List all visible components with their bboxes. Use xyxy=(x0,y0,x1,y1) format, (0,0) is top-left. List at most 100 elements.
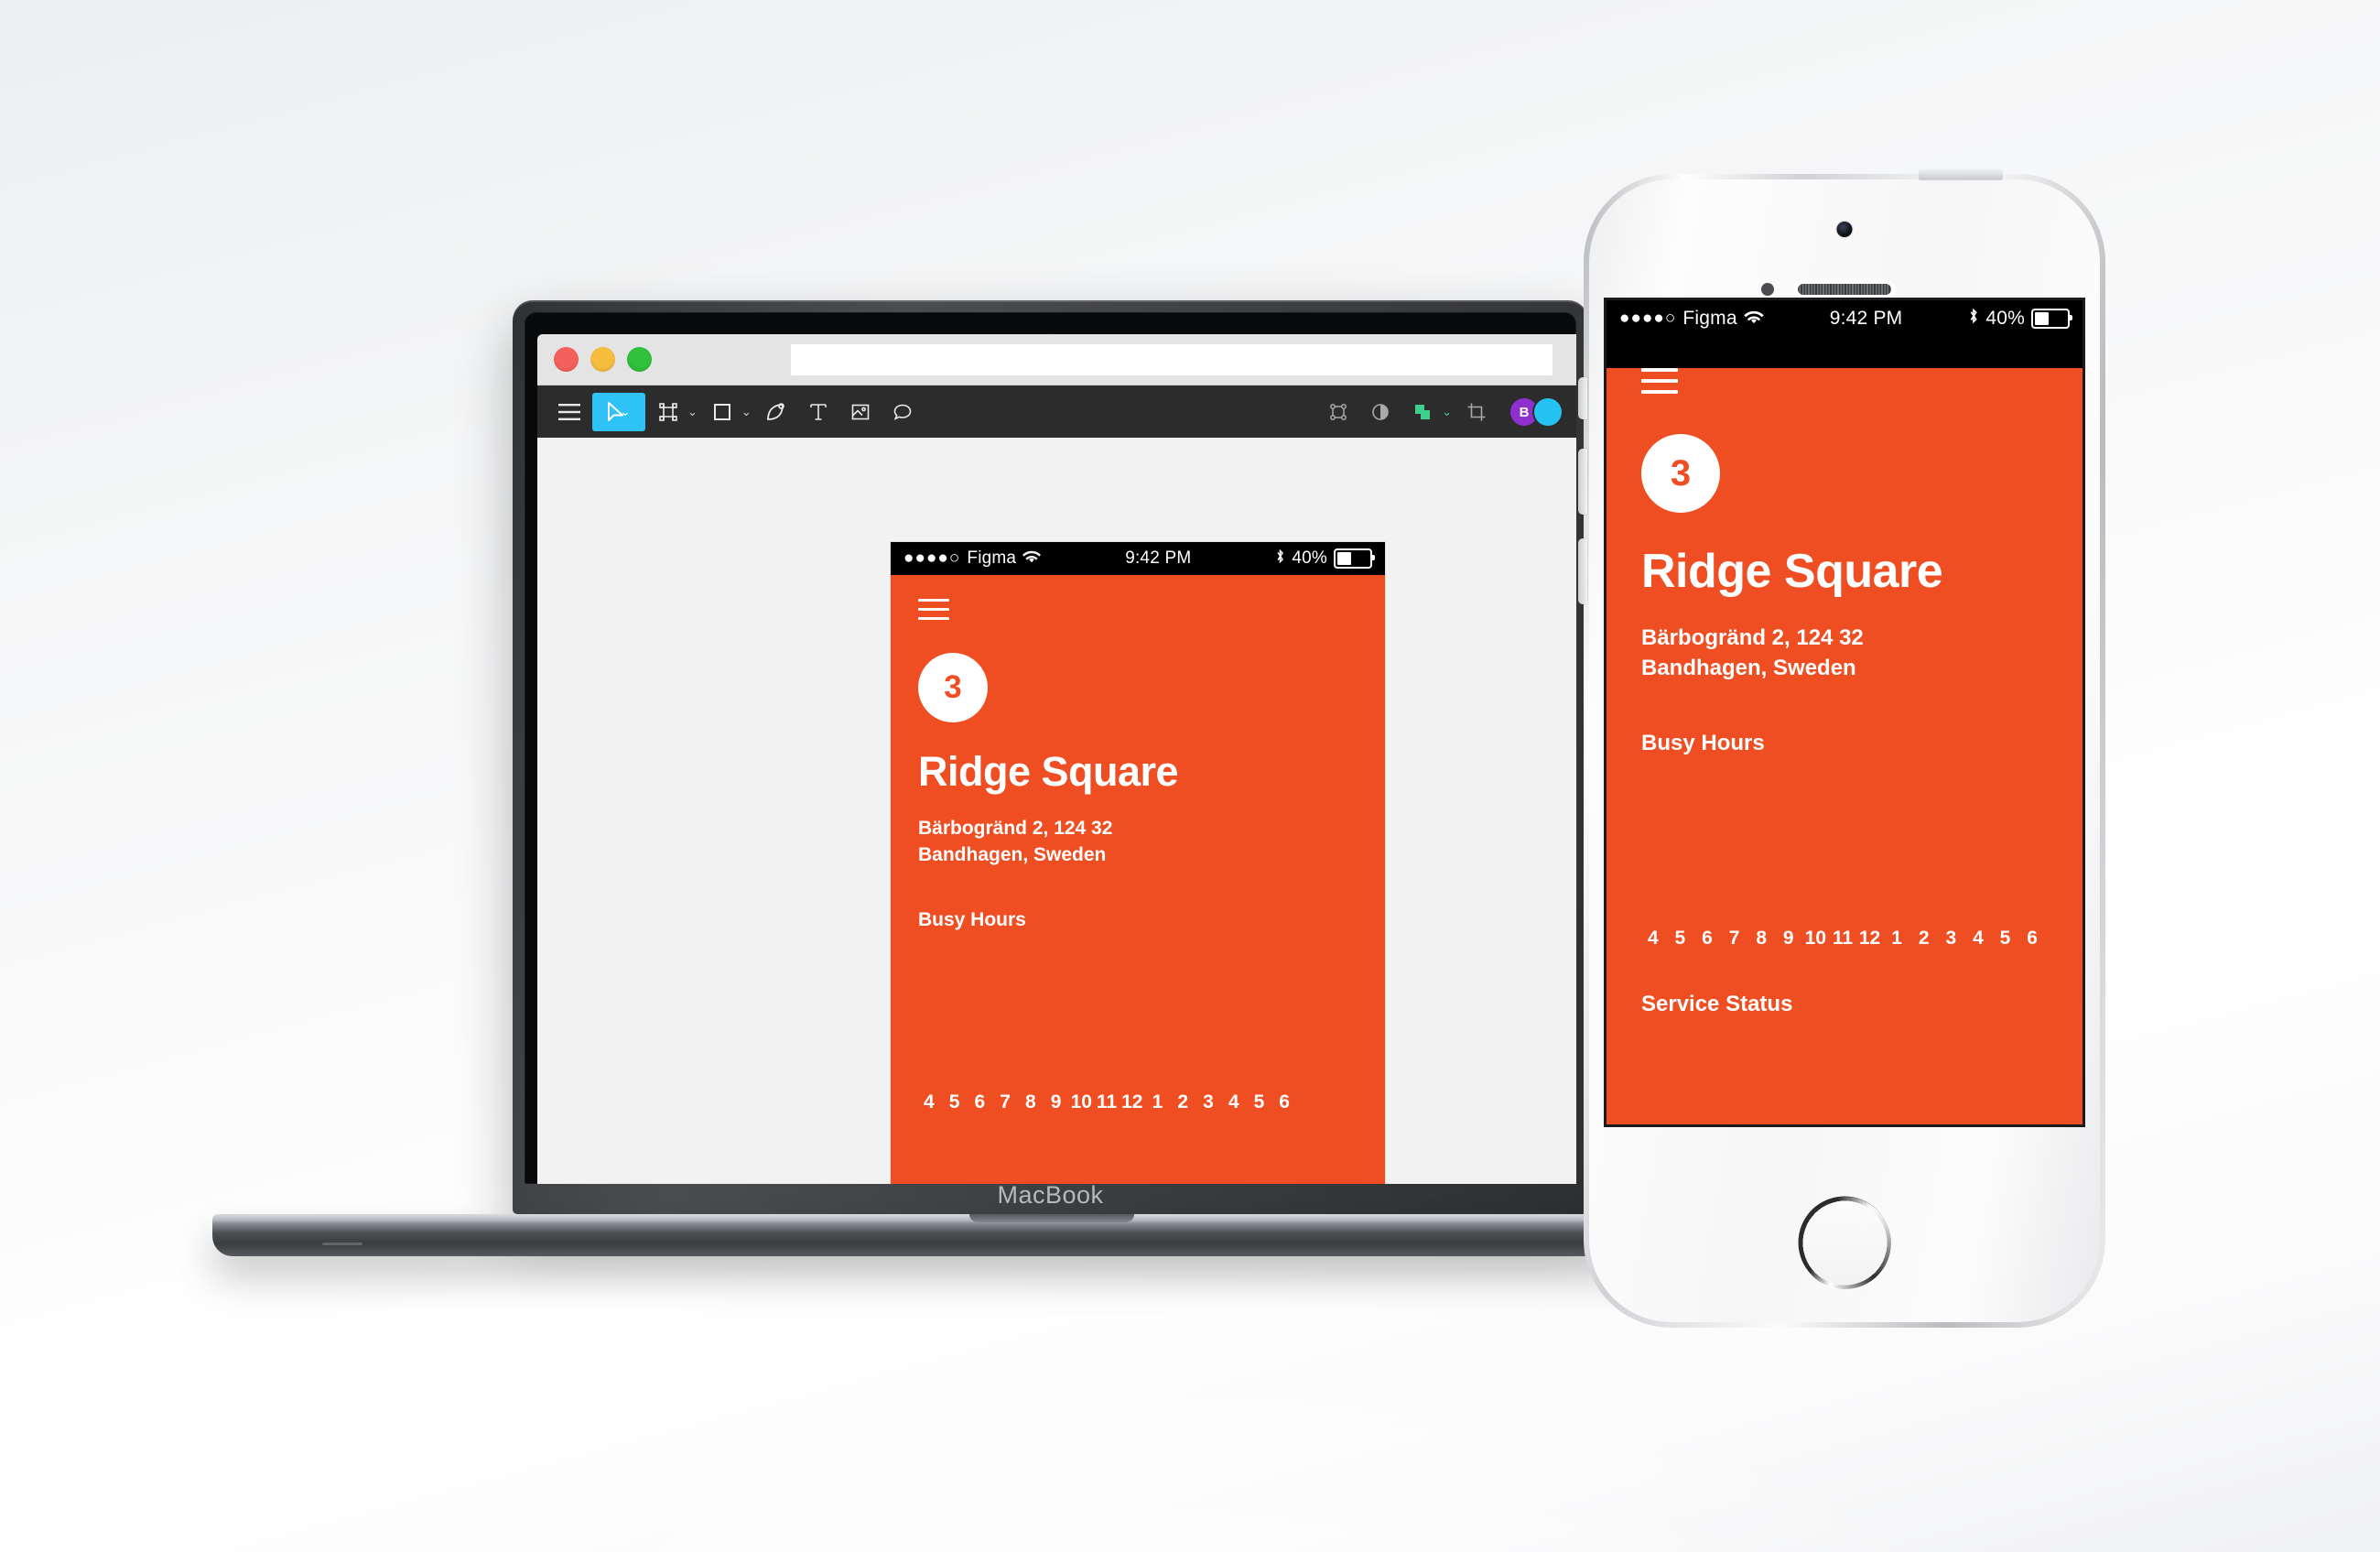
battery-icon xyxy=(1334,548,1375,569)
chart-x-label: 6 xyxy=(974,1091,986,1112)
chevron-down-icon[interactable]: ⌄ xyxy=(621,405,631,419)
menu-icon[interactable] xyxy=(550,393,589,431)
address-block: Bärbogränd 2, 124 32 Bandhagen, Sweden xyxy=(1641,623,2082,683)
zoom-button[interactable] xyxy=(627,347,652,372)
chart-x-label: 5 xyxy=(1674,928,1686,950)
chart-x-label: 11 xyxy=(1832,928,1854,950)
volume-up-button[interactable] xyxy=(1578,449,1587,515)
wifi-icon xyxy=(1744,308,1764,330)
address-line-1: Bärbogränd 2, 124 32 xyxy=(918,818,1113,839)
page-title: Ridge Square xyxy=(918,748,1179,795)
macbook-foot-left xyxy=(322,1243,362,1245)
iphone-device: ●●●●○ Figma 9:42 PM 40% 3 Ridge Square B… xyxy=(1578,168,2105,1328)
chart-x-label: 6 xyxy=(1279,1091,1290,1112)
earpiece-speaker-icon xyxy=(1798,284,1891,295)
boolean-icon[interactable] xyxy=(1403,393,1442,431)
hamburger-icon[interactable] xyxy=(1641,368,1678,394)
chart-x-label: 1 xyxy=(1152,1091,1163,1112)
macbook-brand-label: MacBook xyxy=(997,1181,1104,1209)
toolbar-right-group: ⌄ B xyxy=(1319,393,1563,431)
busy-hours-heading: Busy Hours xyxy=(1641,731,1765,756)
chevron-down-icon-boolean[interactable]: ⌄ xyxy=(1442,405,1452,419)
collaborator-avatars: B xyxy=(1509,396,1563,428)
chart-x-labels: 4 5 6 7 8 9 10 11 12 1 2 3 4 5 6 xyxy=(916,1091,1297,1113)
chart-x-label: 4 xyxy=(1647,928,1659,950)
signal-dots-icon: ●●●●○ xyxy=(1619,309,1677,328)
address-input[interactable] xyxy=(791,343,1552,375)
comment-icon[interactable] xyxy=(883,393,922,431)
chart-x-label: 9 xyxy=(1050,1091,1062,1112)
hamburger-icon[interactable] xyxy=(918,599,949,620)
busy-hours-chart-artboard: 4 5 6 7 8 9 10 11 12 1 2 3 4 5 6 xyxy=(916,946,1297,1113)
chart-x-label: 6 xyxy=(1702,928,1713,950)
image-icon[interactable] xyxy=(841,393,880,431)
chart-x-label: 11 xyxy=(1096,1091,1118,1112)
chart-x-label: 4 xyxy=(924,1091,935,1112)
address-line-2: Bandhagen, Sweden xyxy=(1641,656,1856,681)
chart-x-label: 5 xyxy=(1253,1091,1265,1112)
avatar-2[interactable] xyxy=(1532,396,1563,428)
figma-window: ⌄ ⌄ ⌄ ⌄ B ●●●●○ Figma 9:42 PM 40% 3 Ridg… xyxy=(537,334,1576,1184)
mask-icon[interactable] xyxy=(1361,393,1400,431)
service-status-heading: Service Status xyxy=(1641,992,1793,1017)
bluetooth-icon xyxy=(1968,308,1979,330)
chart-x-label: 2 xyxy=(1918,928,1930,950)
clock-label: 9:42 PM xyxy=(1829,308,1903,329)
busy-hours-chart: 4 5 6 7 8 9 10 11 12 1 2 3 4 5 6 xyxy=(1639,773,2046,950)
carrier-label: Figma xyxy=(967,548,1017,568)
chart-x-label: 2 xyxy=(1177,1091,1189,1112)
volume-down-button[interactable] xyxy=(1578,538,1587,604)
clock-label: 9:42 PM xyxy=(1125,548,1192,568)
chart-x-label: 9 xyxy=(1782,928,1794,950)
window-titlebar xyxy=(537,334,1576,385)
chart-x-label: 3 xyxy=(1203,1091,1214,1112)
traffic-lights xyxy=(554,347,652,372)
bluetooth-icon xyxy=(1275,548,1285,570)
macbook-screen: ⌄ ⌄ ⌄ ⌄ B ●●●●○ Figma 9:42 PM 40% 3 Ridg… xyxy=(525,312,1576,1184)
figma-canvas[interactable]: ●●●●○ Figma 9:42 PM 40% 3 Ridge Square B… xyxy=(537,438,1576,1184)
mute-switch[interactable] xyxy=(1578,377,1587,419)
artboard-status-bar: ●●●●○ Figma 9:42 PM 40% xyxy=(891,542,1385,575)
badge-number: 3 xyxy=(1641,434,1720,513)
pen-icon[interactable] xyxy=(757,393,795,431)
power-button[interactable] xyxy=(1919,168,2003,179)
phone-status-bar: ●●●●○ Figma 9:42 PM 40% xyxy=(1606,300,2082,337)
chart-x-label: 7 xyxy=(1000,1091,1011,1112)
cursor-icon[interactable]: ⌄ xyxy=(592,393,645,431)
minimize-button[interactable] xyxy=(590,347,615,372)
crop-icon[interactable] xyxy=(1457,393,1496,431)
chart-bars xyxy=(1639,773,2046,919)
chart-x-label: 12 xyxy=(1121,1091,1143,1112)
home-button[interactable] xyxy=(1801,1199,1888,1286)
component-icon[interactable] xyxy=(1319,393,1358,431)
battery-icon xyxy=(2031,309,2072,329)
wifi-icon xyxy=(1022,548,1042,569)
battery-percent-label: 40% xyxy=(1292,548,1327,568)
chart-x-label: 4 xyxy=(1228,1091,1239,1112)
toolbar-left-group: ⌄ ⌄ ⌄ xyxy=(550,393,922,431)
address-block: Bärbogränd 2, 124 32 Bandhagen, Sweden xyxy=(918,816,1385,869)
status-left: ●●●●○ Figma xyxy=(1619,308,1764,330)
chart-x-label: 10 xyxy=(1804,928,1827,950)
text-icon[interactable] xyxy=(799,393,838,431)
artboard-app-content: 3 Ridge Square Bärbogränd 2, 124 32 Band… xyxy=(891,599,1385,1184)
chart-x-label: 6 xyxy=(2027,928,2038,950)
macbook-lid: ⌄ ⌄ ⌄ ⌄ B ●●●●○ Figma 9:42 PM 40% 3 Ridg… xyxy=(513,300,1588,1214)
chart-x-label: 7 xyxy=(1728,928,1740,950)
status-right: 40% xyxy=(1968,308,2072,330)
chart-x-label: 8 xyxy=(1024,1091,1036,1112)
chart-x-label: 12 xyxy=(1858,928,1881,950)
chevron-down-icon-shape[interactable]: ⌄ xyxy=(741,405,752,419)
chart-x-label: 3 xyxy=(1945,928,1957,950)
front-camera-icon xyxy=(1836,222,1853,237)
artboard-phone-design[interactable]: ●●●●○ Figma 9:42 PM 40% 3 Ridge Square B… xyxy=(891,542,1385,1184)
shape-icon[interactable] xyxy=(703,393,741,431)
address-line-2: Bandhagen, Sweden xyxy=(918,843,1107,865)
badge-number: 3 xyxy=(918,653,988,722)
page-title: Ridge Square xyxy=(1641,545,1943,598)
iphone-screen[interactable]: ●●●●○ Figma 9:42 PM 40% 3 Ridge Square B… xyxy=(1606,300,2082,1124)
frame-icon[interactable] xyxy=(649,393,687,431)
close-button[interactable] xyxy=(554,347,579,372)
proximity-sensor-icon xyxy=(1761,283,1774,296)
chevron-down-icon-frame[interactable]: ⌄ xyxy=(687,405,698,419)
